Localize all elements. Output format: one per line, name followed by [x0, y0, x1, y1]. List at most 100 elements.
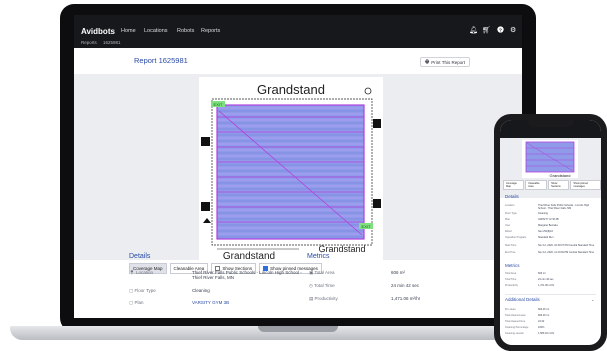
laptop-screen: Avidbots Home Locations Robots Reports 🔔…: [74, 15, 522, 318]
phone-additional-value: 100%: [538, 326, 545, 329]
detail-label-plan: ▢ Plan: [129, 300, 144, 305]
phone-detail-value: Thief River Falls Public Schools - Linco…: [538, 204, 590, 210]
trash-icon: [364, 87, 372, 95]
phone-detail-value: Margaret Berrada: [538, 224, 558, 227]
coverage-map[interactable]: Grandstand EXIT EXIT Grandstand Grandsta…: [199, 77, 383, 263]
phone-screen: Grandstand Coverage Map Cleanable Area S…: [500, 120, 601, 345]
cleaned-area: [216, 104, 365, 240]
phone-detail-label: User: [505, 224, 511, 227]
phone-additional-value: 1,583.18 m²/hr: [538, 332, 555, 335]
metric-label-total-time: ◷ Total Time: [309, 283, 335, 288]
nav-link-locations[interactable]: Locations: [144, 28, 168, 34]
phone-detail-value: Cleaning: [538, 212, 548, 215]
phone-metric-label: Productivity: [505, 284, 518, 287]
breadcrumb-reports[interactable]: Reports: [81, 40, 97, 45]
exit-label-right: EXIT: [362, 224, 371, 229]
avidbots-logo[interactable]: Avidbots: [81, 27, 115, 36]
map-label-bottom-left: Grandstand: [223, 251, 275, 262]
obstacle-left-upper: [201, 137, 210, 146]
nav-link-home[interactable]: Home: [121, 28, 136, 34]
phone-additional-label: Total cleaned area: [505, 314, 526, 317]
phone-show-messages[interactable]: Show pinned messages: [570, 180, 601, 190]
phone-detail-value: Nov 12, 2020, 11:13:49 PM Central Standa…: [538, 251, 594, 254]
phone-additional-heading: Additional Details: [505, 297, 540, 302]
phone-map-tabs: Coverage Map Cleanable Area Show Section…: [503, 180, 601, 190]
nav-link-robots[interactable]: Robots: [177, 28, 194, 34]
phone-additional-value: 24:42: [538, 320, 545, 323]
phone-detail-value: Neo 2W(8)16: [538, 230, 553, 233]
phone-detail-label: Robot: [505, 230, 512, 233]
help-icon[interactable]: ?: [497, 26, 504, 35]
metric-label-productivity: ▤ Productivity: [309, 296, 338, 301]
metric-value-total-time: 24 min 42 sec: [391, 283, 420, 288]
top-navigation-bar: Avidbots Home Locations Robots Reports 🔔…: [74, 15, 522, 48]
phone-metric-value: 24 min 42 sec: [538, 278, 554, 281]
metrics-heading: Metrics: [307, 253, 330, 260]
metric-label-total-area: ▣ Total Area: [309, 270, 335, 275]
breadcrumb: Reports 1625981: [81, 40, 126, 45]
phone-detail-label: Floor Type: [505, 212, 517, 215]
phone-detail-label: End Time: [505, 251, 516, 254]
phone-coverage-map: Grandstand: [522, 140, 578, 178]
svg-text:?: ?: [499, 27, 502, 33]
laptop-opening-notch: [258, 326, 338, 332]
floor-type-icon: ▢: [129, 288, 134, 293]
map-label-top: Grandstand: [257, 82, 325, 97]
detail-label-floor-type: ▢ Floor Type: [129, 288, 156, 293]
obstacle-right-lower: [373, 199, 381, 208]
bell-icon[interactable]: 🔔︎: [469, 26, 478, 34]
phone-detail-label: Location: [505, 204, 515, 207]
detail-value-plan[interactable]: VARSITY GYM 3B: [192, 300, 302, 305]
detail-value-floor-type: Cleaning: [192, 288, 210, 293]
printer-icon: 🖶︎: [425, 59, 430, 64]
phone-metric-value: 1,471.06 m²/hr: [538, 284, 555, 287]
details-heading: Details: [129, 253, 151, 260]
print-report-label: Print This Report: [431, 59, 465, 65]
phone-detail-value: Standard Run: [538, 236, 554, 239]
phone-divider: [505, 294, 596, 295]
phone-tab-cleanable-area[interactable]: Cleanable Area: [525, 180, 548, 190]
phone-detail-value[interactable]: VARSITY GYM 3B: [538, 218, 596, 221]
phone-additional-label: Total cleaned time: [505, 320, 526, 323]
phone-details-heading: Details: [505, 194, 519, 199]
area-icon: ▣: [309, 270, 314, 275]
exit-label: EXIT: [214, 102, 223, 107]
print-report-button[interactable]: 🖶︎ Print This Report: [420, 57, 470, 67]
coverage-map-svg: Grandstand EXIT EXIT Grandstand Grandsta…: [201, 82, 381, 262]
phone-metric-value: 606 m²: [538, 272, 546, 275]
phone-detail-label: Plan: [505, 218, 511, 221]
phone-show-sections[interactable]: Show Sections: [548, 180, 570, 190]
phone-detail-label: Operation Program: [505, 236, 527, 239]
phone-detail-label: Start Time: [505, 244, 517, 247]
phone-additional-label: Cleaning session: [505, 332, 525, 335]
phone-metric-label: Total Area: [505, 272, 517, 275]
phone-additional-value: 606.00 m²: [538, 314, 550, 317]
location-pin-icon: 📍︎: [129, 270, 135, 275]
cart-icon[interactable]: 🛒︎: [482, 26, 491, 34]
plan-icon: ▢: [129, 300, 134, 305]
phone-metric-label: Total Time: [505, 278, 517, 281]
phone-notch: [528, 120, 574, 127]
phone-map-label: Grandstand: [550, 173, 571, 178]
productivity-icon: ▤: [309, 296, 314, 301]
obstacle-left-lower: [201, 202, 210, 211]
obstacle-right-upper: [373, 119, 381, 128]
phone-metrics-heading: Metrics: [505, 263, 520, 268]
nav-link-reports[interactable]: Reports: [201, 28, 220, 34]
detail-label-location: 📍︎ Location: [129, 270, 153, 275]
clock-icon: ◷: [309, 283, 313, 288]
detail-value-location: Thief River Falls Public Schools - Linco…: [192, 270, 302, 280]
phone-detail-value: Nov 12, 2020, 10:49:07 PM Central Standa…: [538, 244, 595, 247]
device-mockup-stage: Avidbots Home Locations Robots Reports 🔔…: [0, 0, 607, 351]
chevron-down-icon[interactable]: ⌄: [591, 297, 594, 302]
robot-start-icon: [203, 218, 211, 223]
breadcrumb-report-id: 1625981: [103, 40, 121, 45]
phone-additional-label: Cleaning Percentage: [505, 326, 529, 329]
metric-value-productivity: 1,471.06 m²/hr: [391, 296, 421, 301]
phone-additional-label: Pre-clean: [505, 308, 516, 311]
phone-tab-coverage-map[interactable]: Coverage Map: [503, 180, 525, 190]
metric-value-total-area: 606 m²: [391, 270, 406, 275]
settings-icon[interactable]: ⚙: [510, 26, 516, 34]
phone-additional-value: 606.00 m²: [538, 308, 550, 311]
page-title: Report 1625981: [134, 56, 188, 65]
